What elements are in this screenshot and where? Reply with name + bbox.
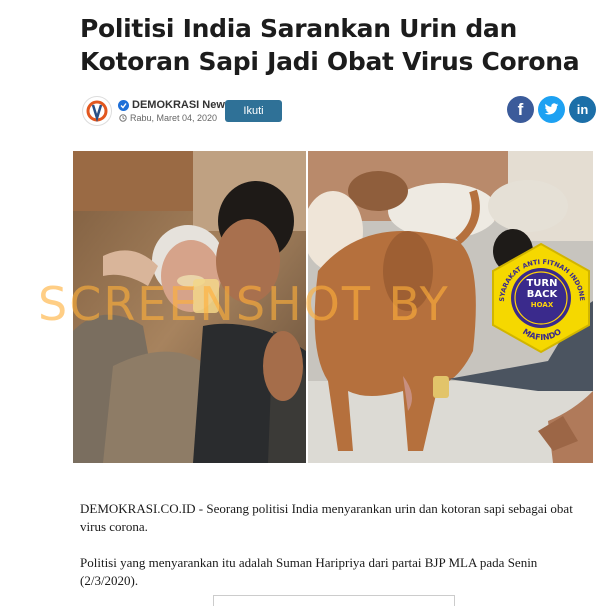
article-headline: Politisi India Sarankan Urin dan Kotoran… [80, 14, 580, 76]
facebook-share-button[interactable]: f [507, 96, 534, 123]
verified-icon [118, 99, 129, 111]
article-body: DEMOKRASI.CO.ID - Seorang politisi India… [80, 500, 595, 608]
publisher-name-label: DEMOKRASI News [132, 99, 232, 111]
article-paragraph-1: DEMOKRASI.CO.ID - Seorang politisi India… [80, 501, 573, 534]
publisher-name[interactable]: DEMOKRASI News [118, 99, 231, 111]
publish-date: Rabu, Maret 04, 2020 [119, 113, 217, 123]
badge-line-hoax: HOAX [530, 301, 554, 309]
watermark-text: SCREENSHOT BY [38, 277, 450, 331]
linkedin-share-button[interactable]: in [569, 96, 596, 123]
twitter-share-button[interactable] [538, 96, 565, 123]
badge-line-back: BACK [526, 289, 558, 300]
publisher-logo[interactable] [82, 96, 112, 126]
publish-date-label: Rabu, Maret 04, 2020 [130, 113, 218, 123]
twitter-icon [544, 103, 559, 115]
badge-line-turn: TURN [526, 278, 558, 289]
clock-icon [119, 114, 127, 122]
byline: DEMOKRASI News Rabu, Maret 04, 2020 Ikut… [82, 95, 598, 129]
article-paragraph-2: Politisi yang menyarankan itu adalah Sum… [80, 555, 538, 588]
badge-center-text: TURN BACK HOAX [512, 278, 572, 309]
demokrasi-logo-icon [86, 100, 108, 122]
share-buttons: f in [507, 96, 596, 123]
follow-button[interactable]: Ikuti [225, 100, 282, 122]
linkedin-icon: in [576, 102, 589, 117]
turnbackhoax-badge: MASYARAKAT ANTI FITNAH INDONESIA MAFINDO… [487, 236, 593, 354]
facebook-icon: f [517, 99, 524, 119]
embedded-content-frame [213, 595, 455, 606]
